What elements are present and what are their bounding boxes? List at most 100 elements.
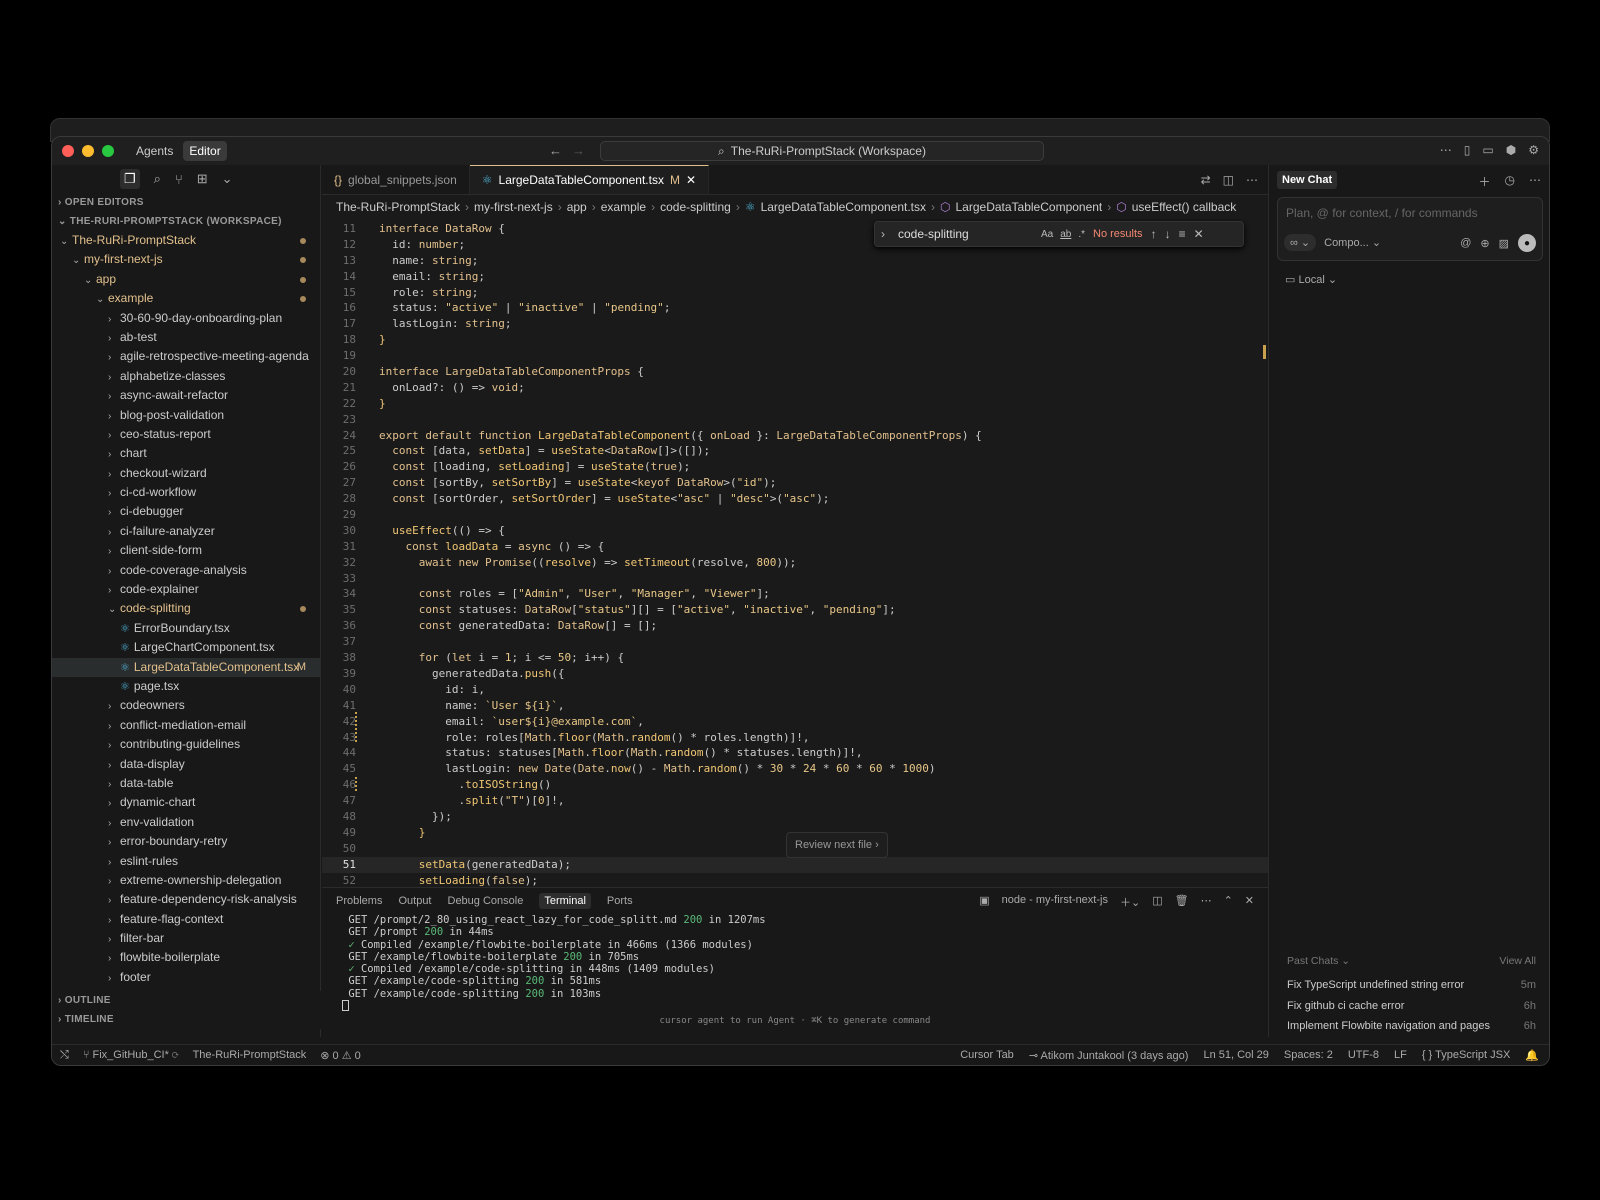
past-chat-item[interactable]: Implement Flowbite navigation and pages 6… <box>1269 1016 1549 1037</box>
breadcrumb-item[interactable]: my-first-next-js <box>474 200 553 214</box>
breadcrumb-item[interactable]: The-RuRi-PromptStack <box>336 200 460 214</box>
split-editor-icon[interactable]: ◫ <box>1223 173 1234 187</box>
more-icon[interactable]: ⋯ <box>1201 894 1212 910</box>
compare-changes-icon[interactable]: ⇄ <box>1201 173 1211 187</box>
folder-item[interactable]: ⌄ code-splitting <box>52 599 320 618</box>
folder-item[interactable]: › feature-dependency-risk-analysis <box>52 890 320 909</box>
file-item[interactable]: ⚛ LargeDataTableComponent.tsx M <box>52 657 320 677</box>
panel-tab-debug-console[interactable]: Debug Console <box>448 895 524 907</box>
close-icon[interactable]: ✕ <box>1245 894 1254 910</box>
folder-item[interactable]: ⌄ The-RuRi-PromptStack <box>52 231 320 250</box>
terminal-output[interactable]: GET /prompt/2_80_using_react_lazy_for_co… <box>322 914 1268 1012</box>
cursor-position[interactable]: Ln 51, Col 29 <box>1203 1049 1268 1062</box>
chat-input[interactable]: Plan, @ for context, / for commands <box>1286 206 1478 220</box>
past-chat-item[interactable]: Fix TypeScript undefined string error 5m <box>1269 975 1549 996</box>
branch-indicator[interactable]: ⑂ Fix_GitHub_CI* ⟳ <box>83 1049 179 1062</box>
regex-toggle[interactable]: .* <box>1078 229 1085 240</box>
folder-item[interactable]: › conflict-mediation-email <box>52 716 320 735</box>
view-all-link[interactable]: View All <box>1499 955 1536 967</box>
timeline-section[interactable]: › TIMELINE <box>52 1010 321 1029</box>
search-icon[interactable]: ⌕ <box>154 171 161 187</box>
terminal-title[interactable]: node - my-first-next-js <box>1002 894 1108 910</box>
maximize-panel-icon[interactable]: ⌃ <box>1224 894 1233 910</box>
folder-item[interactable]: › alphabetize-classes <box>52 367 320 386</box>
project-name[interactable]: The-RuRi-PromptStack <box>193 1049 307 1062</box>
outline-section[interactable]: › OUTLINE <box>52 991 321 1010</box>
folder-item[interactable]: › ci-cd-workflow <box>52 483 320 502</box>
file-item[interactable]: ⚛ LargeChartComponent.tsx <box>52 638 320 657</box>
folder-item[interactable]: › code-coverage-analysis <box>52 561 320 580</box>
past-chats-toggle[interactable]: Past Chats ⌄ <box>1287 955 1350 967</box>
remote-icon[interactable]: ⤭ <box>60 1049 69 1062</box>
agents-tab[interactable]: Agents <box>130 141 179 161</box>
code-view[interactable]: 11 interface DataRow {12 id: number; 13 na… <box>322 219 1268 887</box>
split-terminal-icon[interactable]: ◫ <box>1152 894 1162 910</box>
back-arrow-icon[interactable]: ← <box>549 143 562 158</box>
new-chat-tab[interactable]: New Chat <box>1277 171 1338 189</box>
toggle-panel-icon[interactable]: ▭ <box>1482 143 1493 157</box>
mention-icon[interactable]: @ <box>1460 237 1471 249</box>
past-chat-item[interactable]: Fix github ci cache error 6h <box>1269 996 1549 1017</box>
history-icon[interactable]: ◷ <box>1505 173 1515 190</box>
match-case-toggle[interactable]: Aa <box>1041 229 1053 240</box>
match-word-toggle[interactable]: ab <box>1060 229 1071 240</box>
source-control-icon[interactable]: ⑂ <box>175 172 183 187</box>
microphone-icon[interactable]: ● <box>1518 234 1536 252</box>
close-icon[interactable]: ✕ <box>1194 227 1204 241</box>
plus-icon[interactable]: ＋ <box>1479 173 1491 190</box>
more-icon[interactable]: ⋯ <box>1529 173 1541 190</box>
folder-item[interactable]: › ab-test <box>52 328 320 347</box>
agent-mode-dropdown[interactable]: ∞ ⌄ <box>1284 234 1317 251</box>
folder-item[interactable]: › data-table <box>52 774 320 793</box>
extensions-grid-icon[interactable]: ⊞ <box>197 171 208 187</box>
panel-tab-output[interactable]: Output <box>398 895 431 907</box>
close-icon[interactable]: ✕ <box>686 173 696 187</box>
folder-item[interactable]: › filter-bar <box>52 929 320 948</box>
folder-item[interactable]: › blog-post-validation <box>52 406 320 425</box>
folder-item[interactable]: › agile-retrospective-meeting-agenda <box>52 347 320 366</box>
folder-item[interactable]: › ceo-status-report <box>52 425 320 444</box>
explorer-files-icon[interactable]: ❐ <box>120 169 140 189</box>
folder-item[interactable]: › client-side-form <box>52 541 320 560</box>
tab-large-data-table[interactable]: ⚛ LargeDataTableComponent.tsx M ✕ <box>469 165 710 194</box>
indentation[interactable]: Spaces: 2 <box>1284 1049 1333 1062</box>
git-blame[interactable]: ⊸ Atikom Juntakool (3 days ago) <box>1029 1049 1189 1062</box>
language-mode[interactable]: { } TypeScript JSX <box>1422 1049 1510 1062</box>
panel-tab-ports[interactable]: Ports <box>607 895 633 907</box>
file-item[interactable]: ⚛ ErrorBoundary.tsx <box>52 619 320 638</box>
find-in-selection-icon[interactable]: ≡ <box>1179 227 1186 241</box>
folder-item[interactable]: › codeowners <box>52 696 320 715</box>
folder-item[interactable]: ⌄ example <box>52 289 320 308</box>
settings-gear-icon[interactable]: ⚙ <box>1528 143 1539 157</box>
breadcrumb-item[interactable]: app <box>567 200 587 214</box>
open-editors-section[interactable]: › OPEN EDITORS <box>52 193 320 212</box>
local-dropdown[interactable]: ▭ Local ⌄ <box>1285 273 1549 286</box>
encoding[interactable]: UTF-8 <box>1348 1049 1379 1062</box>
panel-tab-problems[interactable]: Problems <box>336 895 382 907</box>
folder-item[interactable]: › ci-failure-analyzer <box>52 522 320 541</box>
breadcrumb-item[interactable]: example <box>601 200 646 214</box>
more-actions-icon[interactable]: ⋯ <box>1246 173 1258 187</box>
minimize-window-button[interactable] <box>82 145 94 157</box>
breadcrumb-item[interactable]: code-splitting <box>660 200 731 214</box>
folder-item[interactable]: › async-await-refactor <box>52 386 320 405</box>
arrow-down-icon[interactable]: ↓ <box>1165 227 1171 241</box>
breadcrumb-item[interactable]: LargeDataTableComponent <box>956 200 1103 214</box>
folder-item[interactable]: › error-boundary-retry <box>52 832 320 851</box>
folder-item[interactable]: › flowbite-boilerplate <box>52 948 320 967</box>
bell-icon[interactable]: 🔔 <box>1525 1049 1539 1062</box>
folder-item[interactable]: › data-display <box>52 755 320 774</box>
folder-item[interactable]: ⌄ app <box>52 270 320 289</box>
chevron-down-icon[interactable]: ⌄ <box>222 171 233 187</box>
folder-item[interactable]: › chart <box>52 444 320 463</box>
review-next-file-button[interactable]: Review next file › <box>786 832 888 858</box>
folder-item[interactable]: › feature-flag-context <box>52 910 320 929</box>
chat-input-box[interactable]: Plan, @ for context, / for commands ∞ ⌄ … <box>1277 197 1543 261</box>
file-item[interactable]: ⚛ page.tsx <box>52 677 320 696</box>
add-terminal-icon[interactable]: ＋⌄ <box>1120 894 1140 910</box>
folder-item[interactable]: › code-explainer <box>52 580 320 599</box>
more-icon[interactable]: ⋯ <box>1440 143 1452 157</box>
toggle-sidebar-icon[interactable]: ▯ <box>1464 143 1471 157</box>
forward-arrow-icon[interactable]: → <box>572 143 585 158</box>
maximize-window-button[interactable] <box>102 145 114 157</box>
